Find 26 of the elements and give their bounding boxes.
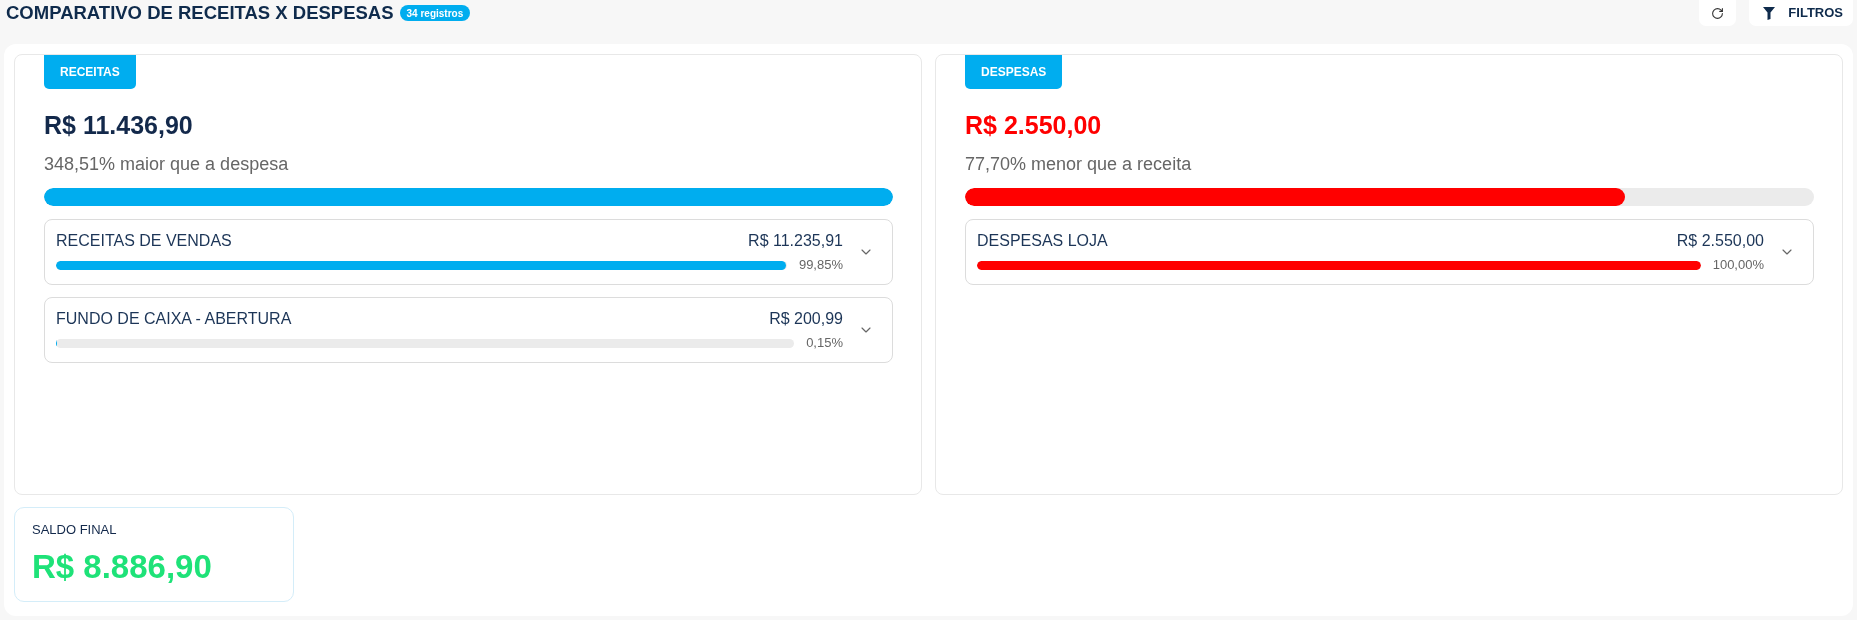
section-tag: RECEITAS bbox=[44, 55, 136, 89]
refresh-icon bbox=[1711, 6, 1725, 20]
category-name: RECEITAS DE VENDAS bbox=[56, 231, 232, 251]
section-tag: DESPESAS bbox=[965, 55, 1063, 89]
share-percent: 99,85% bbox=[798, 257, 843, 273]
share-percent: 0,15% bbox=[806, 335, 843, 351]
total-amount: R$ 11.436,90 bbox=[44, 110, 193, 140]
category-row[interactable]: RECEITAS DE VENDAS R$ 11.235,91 99,85% bbox=[44, 219, 893, 285]
category-amount: R$ 2.550,00 bbox=[1676, 231, 1764, 251]
category-name: FUNDO DE CAIXA - ABERTURA bbox=[56, 309, 292, 329]
balance-amount: R$ 8.886,90 bbox=[32, 548, 212, 586]
category-amount: R$ 11.235,91 bbox=[748, 231, 843, 251]
total-amount: R$ 2.550,00 bbox=[965, 110, 1102, 140]
filter-icon bbox=[1763, 6, 1776, 20]
record-count-badge: 34 registros bbox=[399, 5, 471, 21]
page-title: COMPARATIVO DE RECEITAS X DESPESAS bbox=[6, 2, 394, 24]
category-amount: R$ 200,99 bbox=[769, 309, 843, 329]
category-row[interactable]: FUNDO DE CAIXA - ABERTURA R$ 200,99 0,15% bbox=[44, 297, 893, 363]
category-row[interactable]: DESPESAS LOJA R$ 2.550,00 100,00% bbox=[965, 219, 1814, 285]
comparison-text: 348,51% maior que a despesa bbox=[44, 153, 289, 175]
comparison-text: 77,70% menor que a receita bbox=[965, 153, 1192, 175]
category-name: DESPESAS LOJA bbox=[977, 231, 1108, 251]
refresh-button[interactable] bbox=[1699, 0, 1737, 26]
filter-button[interactable]: FILTROS bbox=[1749, 0, 1853, 26]
balance-label: SALDO FINAL bbox=[32, 522, 117, 538]
share-percent: 100,00% bbox=[1712, 257, 1764, 273]
